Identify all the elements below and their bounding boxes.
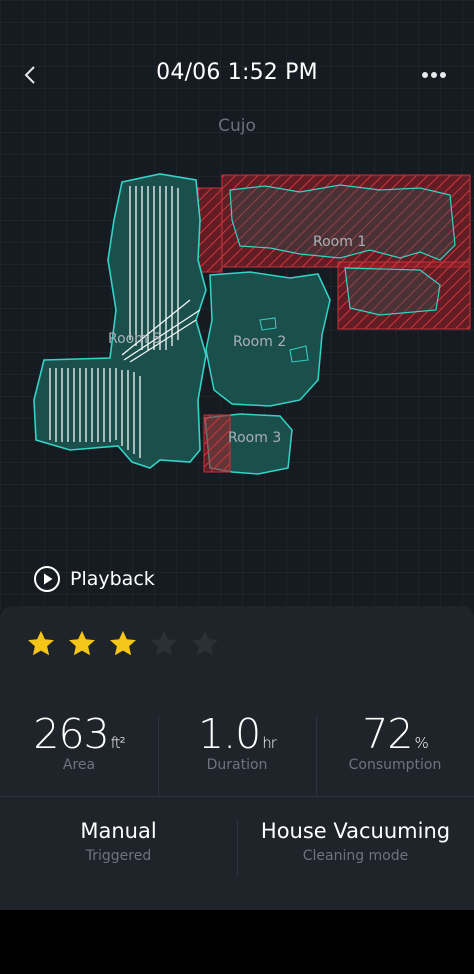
duration-value: 1.0 xyxy=(198,710,261,758)
consumption-value: 72 xyxy=(362,710,413,758)
area-value: 263 xyxy=(33,710,109,758)
mode-info: House Vacuuming Cleaning mode xyxy=(237,819,474,880)
consumption-label: Consumption xyxy=(348,757,442,773)
room-5-area[interactable]: Room 5 xyxy=(33,173,207,469)
room-2-area[interactable]: Room 2 xyxy=(205,271,331,407)
room-3-area[interactable]: Room 3 xyxy=(203,413,293,475)
area-label: Area xyxy=(62,757,96,773)
playback-label: Playback xyxy=(70,568,155,590)
trigger-info: Manual Triggered xyxy=(0,819,237,880)
room-5-label: Room 5 xyxy=(108,331,161,347)
mode-value: House Vacuuming xyxy=(260,819,451,843)
play-circle-icon xyxy=(34,566,60,592)
header: 04/06 1:52 PM xyxy=(0,52,474,98)
duration-label: Duration xyxy=(206,757,268,773)
room-3-label: Room 3 xyxy=(228,430,281,446)
area-unit: ft² xyxy=(110,734,126,752)
cleaning-map[interactable]: Room 1 Room 2 Room 3 Room 5 xyxy=(0,150,474,490)
star-icon[interactable] xyxy=(108,629,138,659)
more-dots-icon xyxy=(422,72,446,78)
robot-name: Cujo xyxy=(218,116,256,136)
area-stat: 263 ft² Area xyxy=(0,700,158,796)
consumption-stat: 72% Consumption xyxy=(316,700,474,796)
trigger-label: Triggered xyxy=(85,848,152,865)
info-row: Manual Triggered House Vacuuming Cleanin… xyxy=(0,819,474,880)
mode-label: Cleaning mode xyxy=(302,848,409,865)
divider xyxy=(0,796,474,797)
playback-button[interactable]: Playback xyxy=(33,563,155,595)
star-icon[interactable] xyxy=(26,629,56,659)
duration-unit: hr xyxy=(262,734,277,752)
duration-stat: 1.0 hr Duration xyxy=(158,700,316,796)
star-rating[interactable] xyxy=(26,629,231,659)
star-icon[interactable] xyxy=(67,629,97,659)
star-icon[interactable] xyxy=(190,629,220,659)
star-icon[interactable] xyxy=(149,629,179,659)
room-1-label: Room 1 xyxy=(313,234,366,250)
more-button[interactable] xyxy=(414,58,454,92)
trigger-value: Manual xyxy=(80,819,157,843)
stats-row: 263 ft² Area 1.0 hr Duration 72% Consumpti… xyxy=(0,700,474,796)
system-nav-bar xyxy=(0,910,474,974)
page-title: 04/06 1:52 PM xyxy=(156,60,318,85)
room-2-label: Room 2 xyxy=(233,334,286,350)
consumption-unit: % xyxy=(414,734,428,752)
